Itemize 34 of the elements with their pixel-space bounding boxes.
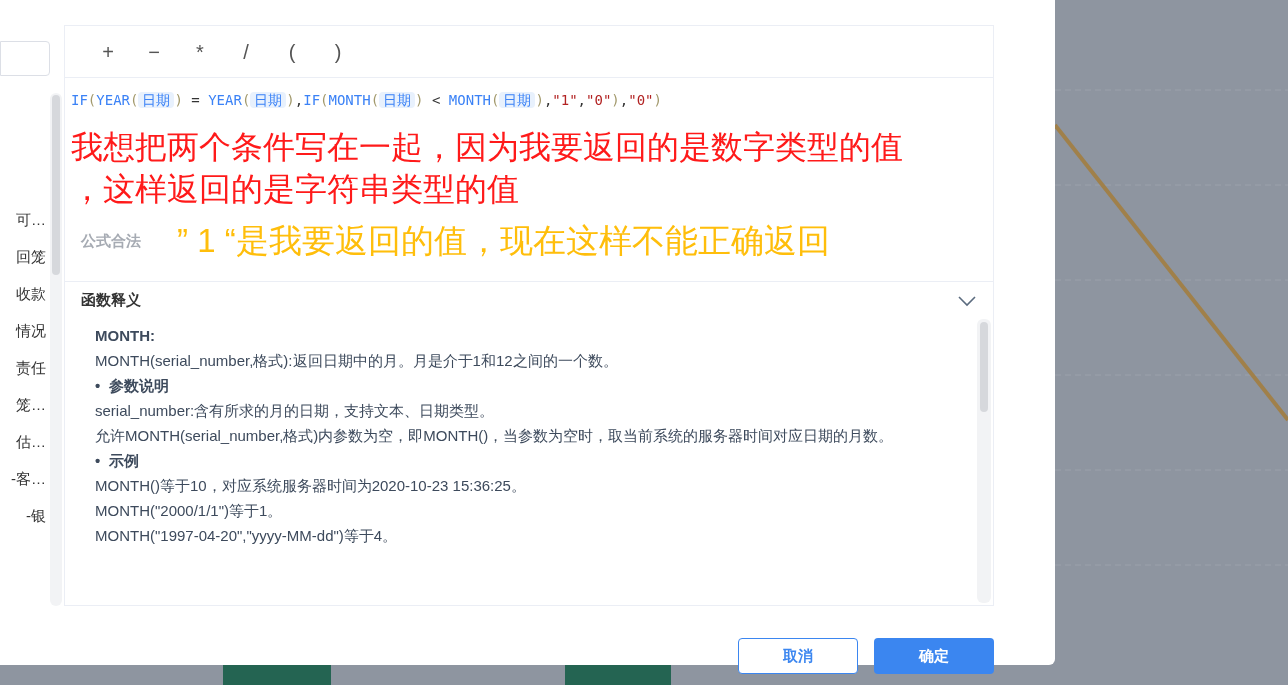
help-heading: • 示例 bbox=[95, 451, 140, 471]
sidebar-item[interactable]: -银 bbox=[0, 500, 50, 532]
sidebar-item[interactable]: 责任 bbox=[0, 352, 50, 384]
operator-button[interactable]: ( bbox=[283, 36, 301, 67]
validity-label: 公式合法 bbox=[79, 230, 141, 251]
cancel-button[interactable]: 取消 bbox=[738, 638, 858, 674]
sidebar-item[interactable]: -客… bbox=[0, 463, 50, 495]
sidebar-item[interactable]: 笼… bbox=[0, 389, 50, 421]
annotation-text: 我想把两个条件写在一起，因为我要返回的是数字类型的值 bbox=[71, 128, 904, 167]
section-title: 函数释义 bbox=[81, 290, 141, 311]
sidebar-item[interactable]: 回笼 bbox=[0, 241, 50, 273]
confirm-button[interactable]: 确定 bbox=[874, 638, 994, 674]
sidebar-item[interactable]: 情况 bbox=[0, 315, 50, 347]
help-text: MONTH(serial_number,格式):返回日期中的月。月是介于1和12之间的一个数。 bbox=[95, 351, 619, 371]
help-text: serial_number:含有所求的月的日期，支持文本、日期类型。 bbox=[95, 401, 496, 421]
sidebar-item[interactable]: 收款 bbox=[0, 278, 50, 310]
operator-button[interactable]: * bbox=[191, 36, 209, 67]
sidebar-item[interactable]: 估… bbox=[0, 426, 50, 458]
help-text: MONTH("1997-04-20","yyyy-MM-dd")等于4。 bbox=[95, 526, 399, 546]
chevron-icon[interactable] bbox=[957, 294, 977, 307]
help-text: 允许MONTH(serial_number,格式)内参数为空，即MONTH()，当参数为空时，取当前系统的服务器时间对应日期的月数。 bbox=[95, 426, 895, 446]
help-text: MONTH("2000/1/1")等于1。 bbox=[95, 501, 284, 521]
help-text: MONTH()等于10，对应系统服务器时间为2020-10-23 15:36:25。 bbox=[95, 476, 527, 496]
annotation-text: ，这样返回的是字符串类型的值 bbox=[71, 170, 520, 209]
operator-button[interactable]: − bbox=[145, 36, 163, 67]
operator-button[interactable]: / bbox=[237, 36, 255, 67]
annotation-text: ” 1 “是我要返回的值，现在这样不能正确返回 bbox=[177, 222, 830, 260]
function-name: MONTH: bbox=[95, 326, 156, 346]
help-heading: • 参数说明 bbox=[95, 376, 170, 396]
operator-button[interactable]: + bbox=[99, 36, 117, 67]
formula-input[interactable]: IF(YEAR( 日期 ) = YEAR( 日期 ),IF(MONTH( 日期 ) < MONTH( 日期 ),"1","0"),"0") bbox=[71, 88, 987, 112]
search-field[interactable] bbox=[0, 41, 50, 76]
sidebar-item[interactable]: 可… bbox=[0, 204, 50, 236]
operator-button[interactable]: ) bbox=[329, 36, 347, 67]
